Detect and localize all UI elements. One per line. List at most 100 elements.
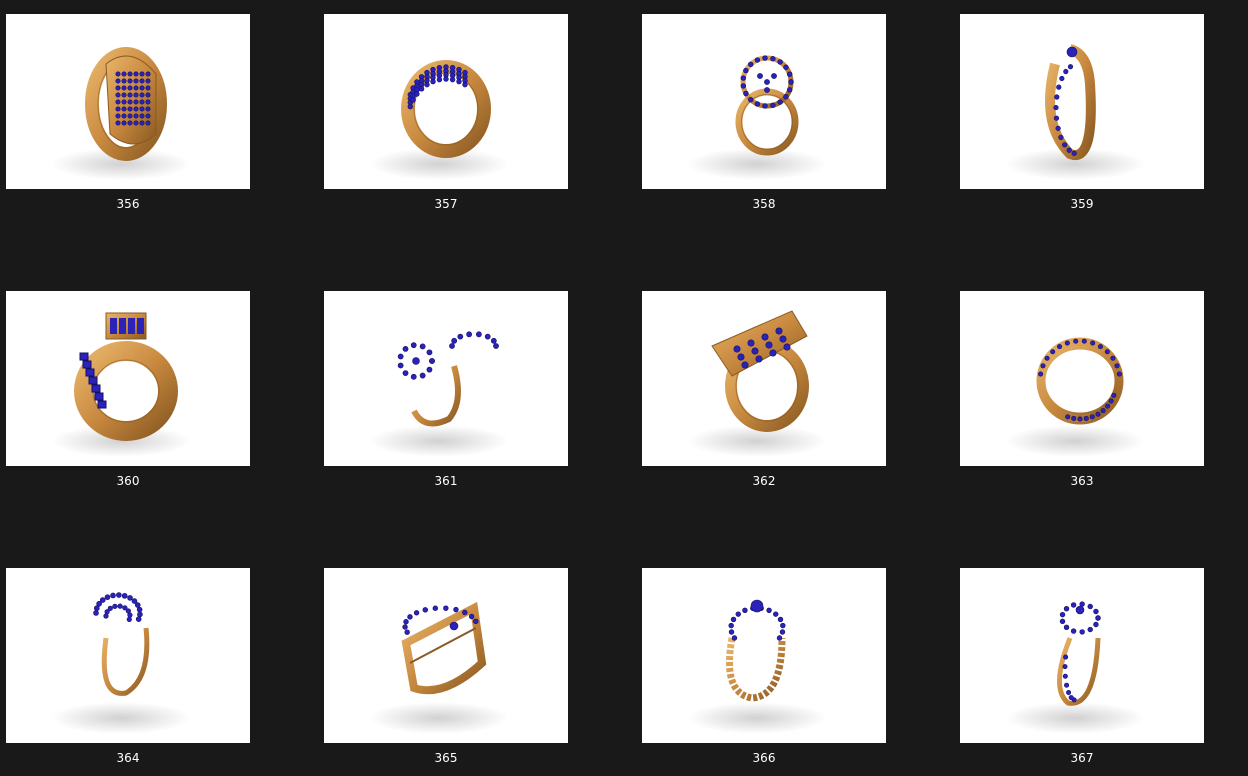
gem-stone xyxy=(115,92,121,98)
ring-image[interactable] xyxy=(6,291,250,466)
thumbnail-caption: 357 xyxy=(434,197,458,211)
gem-stone xyxy=(457,333,464,340)
gem-stone xyxy=(1079,629,1085,635)
gem-stone xyxy=(750,599,764,613)
gem-stone xyxy=(1077,416,1083,422)
ring-illustration xyxy=(1005,337,1145,457)
thumbnail-tile[interactable]: 360 xyxy=(6,291,250,491)
gem-stone xyxy=(115,71,121,77)
gem-stone xyxy=(424,81,430,88)
gem-stone xyxy=(1054,94,1060,100)
gem-stone xyxy=(764,87,770,93)
gem-stone xyxy=(1093,621,1099,628)
gem-stone xyxy=(748,96,754,103)
gem-stone xyxy=(473,618,479,625)
ring-image[interactable] xyxy=(324,568,568,743)
gem-stone xyxy=(133,71,139,77)
thumbnail-caption: 358 xyxy=(752,197,776,211)
gem-stone xyxy=(1063,606,1070,612)
gem-stone xyxy=(139,113,145,119)
gem-stone xyxy=(104,594,111,600)
gem-stone xyxy=(765,341,773,349)
gem-stone xyxy=(1053,115,1060,121)
ring-image[interactable] xyxy=(642,291,886,466)
gem-stone xyxy=(93,610,99,616)
gem-stone xyxy=(134,602,141,608)
ring-image[interactable] xyxy=(324,291,568,466)
gem-stone xyxy=(133,85,139,91)
gem-stone xyxy=(1104,349,1110,355)
ring-illustration xyxy=(51,592,191,734)
gem-stone xyxy=(1087,626,1093,633)
gem-stone xyxy=(771,73,777,79)
gem-stone xyxy=(133,120,139,126)
gem-stone xyxy=(1063,68,1069,75)
gem-stone xyxy=(418,86,425,92)
thumbnail-tile[interactable]: 367 xyxy=(960,568,1204,768)
gem-stone xyxy=(737,353,745,361)
thumbnail-tile[interactable]: 363 xyxy=(960,291,1204,491)
ring-image[interactable] xyxy=(6,14,250,189)
thumbnail-caption: 365 xyxy=(434,751,458,765)
gem-stone xyxy=(762,55,768,61)
gem-stone xyxy=(1064,682,1070,688)
gem-stone xyxy=(403,619,409,625)
gem-stone xyxy=(1066,147,1072,153)
gem-stone xyxy=(490,337,497,344)
gem-stone xyxy=(426,349,433,356)
ring-image[interactable] xyxy=(960,568,1204,743)
gem-stone xyxy=(1075,605,1085,615)
gem-stone xyxy=(402,624,408,630)
gem-stone xyxy=(426,366,433,373)
gem-stone xyxy=(145,106,151,112)
gem-stone xyxy=(115,113,121,119)
gem-stone xyxy=(414,91,420,97)
thumbnail-tile[interactable]: 364 xyxy=(6,568,250,768)
ring-image[interactable] xyxy=(642,568,886,743)
gem-stone xyxy=(1053,104,1059,111)
gem-stone xyxy=(1116,371,1122,377)
gem-stone xyxy=(407,614,413,620)
thumbnail-tile[interactable]: 366 xyxy=(642,568,886,768)
ring-illustration xyxy=(369,331,509,457)
gem-stone xyxy=(776,635,783,641)
gem-stone xyxy=(127,120,133,126)
thumbnail-tile[interactable]: 356 xyxy=(6,14,250,214)
thumbnail-tile[interactable]: 362 xyxy=(642,291,886,491)
gem-stone xyxy=(107,605,113,611)
gem-stone xyxy=(121,78,127,84)
gem-stone xyxy=(133,99,139,105)
ring-image[interactable] xyxy=(960,14,1204,189)
ring-image[interactable] xyxy=(324,14,568,189)
gem-stone xyxy=(133,92,139,98)
ring-image[interactable] xyxy=(642,14,886,189)
gem-stone xyxy=(126,616,132,623)
gem-stone xyxy=(1070,602,1077,608)
gem-stone xyxy=(748,61,754,68)
gem-stone xyxy=(1095,411,1101,417)
ring-image[interactable] xyxy=(6,568,250,743)
ring-image[interactable] xyxy=(960,291,1204,466)
gem-stone xyxy=(1071,150,1077,156)
thumbnail-caption: 364 xyxy=(116,751,140,765)
thumbnail-caption: 360 xyxy=(116,474,140,488)
gem-stone xyxy=(1050,349,1056,355)
gem-stone xyxy=(741,361,749,369)
gem-stone xyxy=(404,629,410,635)
gem-stone xyxy=(1093,608,1099,615)
thumbnail-tile[interactable]: 359 xyxy=(960,14,1204,214)
gem-stone xyxy=(728,629,735,635)
thumbnail-tile[interactable]: 358 xyxy=(642,14,886,214)
gem-stone xyxy=(1059,75,1065,82)
gem-stone xyxy=(780,622,786,629)
thumbnail-tile[interactable]: 365 xyxy=(324,568,568,768)
gem-stone xyxy=(1097,344,1103,350)
thumbnail-caption: 363 xyxy=(1070,474,1094,488)
ring-illustration xyxy=(51,47,191,180)
thumbnail-tile[interactable]: 357 xyxy=(324,14,568,214)
gem-stone xyxy=(462,609,468,616)
gem-stone xyxy=(139,92,145,98)
gem-stone xyxy=(449,621,459,631)
gem-stone xyxy=(769,349,777,357)
thumbnail-tile[interactable]: 361 xyxy=(324,291,568,491)
